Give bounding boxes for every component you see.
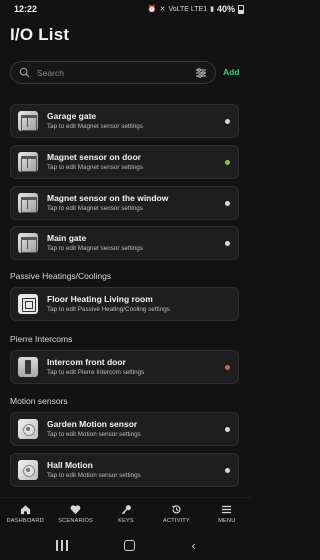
- thermostat-icon: [18, 294, 38, 314]
- search-input[interactable]: [37, 67, 177, 78]
- status-icons: ⏰ ✕ VoLTE LTE1 ▮ 40%: [148, 4, 244, 14]
- card-title: Magnet sensor on door: [47, 152, 141, 162]
- section-heading: Pierre Intercoms: [10, 334, 73, 344]
- status-dot: [225, 364, 230, 370]
- status-dot: [225, 240, 230, 246]
- card-subtitle: Tap to edit Magnet sensor settings: [47, 205, 143, 212]
- status-time: 12:22: [14, 4, 38, 14]
- nav-label: DASHBOARD: [6, 517, 44, 524]
- page-title: I/O List: [10, 25, 70, 44]
- card-title: Hall Motion: [47, 460, 93, 470]
- search-icon: [19, 67, 30, 78]
- search-bar[interactable]: [10, 61, 216, 84]
- nav-keys[interactable]: KEYS: [101, 498, 151, 529]
- gate-icon: [18, 233, 38, 253]
- card-title: Floor Heating Living room: [47, 294, 153, 304]
- card-title: Magnet sensor on the window: [47, 193, 169, 203]
- card-subtitle: Tap to edit Motion sensor settings: [47, 431, 141, 438]
- intercom-icon: [18, 357, 38, 377]
- card-subtitle: Tap to edit Magnet sensor settings: [47, 164, 143, 171]
- io-card-main-gate[interactable]: Main gate Tap to edit Magnet sensor sett…: [10, 226, 239, 260]
- nav-scenarios[interactable]: SCENARIOS: [50, 498, 100, 529]
- add-button[interactable]: Add: [223, 67, 240, 77]
- signal-icon: ▮: [210, 6, 214, 13]
- battery-percent: 40%: [216, 4, 235, 14]
- status-dot: [225, 200, 230, 206]
- card-subtitle: Tap to edit Pierre Intercom settings: [47, 369, 145, 376]
- nav-label: KEYS: [118, 517, 134, 524]
- status-dot: [225, 159, 230, 165]
- gate-icon: [18, 152, 38, 172]
- io-card-magnet-sensor-window[interactable]: Magnet sensor on the window Tap to edit …: [10, 186, 239, 220]
- history-icon: [172, 504, 181, 513]
- nav-label: MENU: [218, 517, 236, 524]
- card-title: Intercom front door: [47, 357, 126, 367]
- nav-label: ACTIVITY: [163, 517, 190, 524]
- io-card-magnet-sensor-door[interactable]: Magnet sensor on door Tap to edit Magnet…: [10, 145, 239, 179]
- motion-sensor-icon: [18, 419, 38, 439]
- system-nav-bar: ‹: [0, 530, 252, 560]
- alarm-icon: ⏰: [147, 6, 157, 13]
- mute-icon: ✕: [159, 6, 166, 13]
- io-card-floor-heating[interactable]: Floor Heating Living room Tap to edit Pa…: [10, 287, 239, 321]
- home-icon: [20, 504, 30, 514]
- back-icon[interactable]: ‹: [192, 539, 196, 552]
- nav-dashboard[interactable]: DASHBOARD: [0, 498, 50, 529]
- bottom-nav: DASHBOARD SCENARIOS KEYS ACTIVITY MENU: [0, 497, 252, 529]
- nav-activity[interactable]: ACTIVITY: [151, 498, 201, 529]
- card-subtitle: Tap to edit Magnet sensor settings: [47, 245, 143, 252]
- battery-icon: [238, 4, 244, 14]
- key-icon: [121, 504, 131, 514]
- io-card-garden-motion[interactable]: Garden Motion sensor Tap to edit Motion …: [10, 412, 239, 446]
- heart-icon: [70, 504, 81, 514]
- gate-icon: [18, 193, 38, 213]
- card-title: Garage gate: [47, 111, 97, 121]
- status-dot: [225, 467, 230, 473]
- network-label: VoLTE LTE1: [168, 5, 208, 13]
- card-title: Main gate: [47, 233, 87, 243]
- section-heading: Motion sensors: [10, 396, 68, 406]
- filter-icon[interactable]: [195, 67, 207, 79]
- card-subtitle: Tap to edit Motion sensor settings: [47, 472, 141, 479]
- nav-menu[interactable]: MENU: [202, 498, 252, 529]
- io-card-garage-gate[interactable]: Garage gate Tap to edit Magnet sensor se…: [10, 104, 239, 138]
- card-subtitle: Tap to edit Magnet sensor settings: [47, 123, 143, 130]
- io-card-intercom-front-door[interactable]: Intercom front door Tap to edit Pierre I…: [10, 350, 239, 384]
- motion-sensor-icon: [18, 460, 38, 480]
- status-dot: [225, 118, 230, 124]
- recents-icon[interactable]: [56, 539, 69, 551]
- nav-label: SCENARIOS: [58, 517, 93, 524]
- io-card-hall-motion[interactable]: Hall Motion Tap to edit Motion sensor se…: [10, 453, 239, 487]
- status-bar: 12:22 ⏰ ✕ VoLTE LTE1 ▮ 40%: [0, 0, 252, 18]
- gate-icon: [18, 111, 38, 131]
- section-heading: Passive Heatings/Coolings: [10, 271, 112, 281]
- status-dot: [225, 426, 230, 432]
- card-subtitle: Tap to edit Passive Heating/Cooling sett…: [47, 306, 170, 313]
- card-title: Garden Motion sensor: [47, 419, 138, 429]
- menu-icon: [222, 505, 232, 513]
- home-button-icon[interactable]: [124, 539, 136, 551]
